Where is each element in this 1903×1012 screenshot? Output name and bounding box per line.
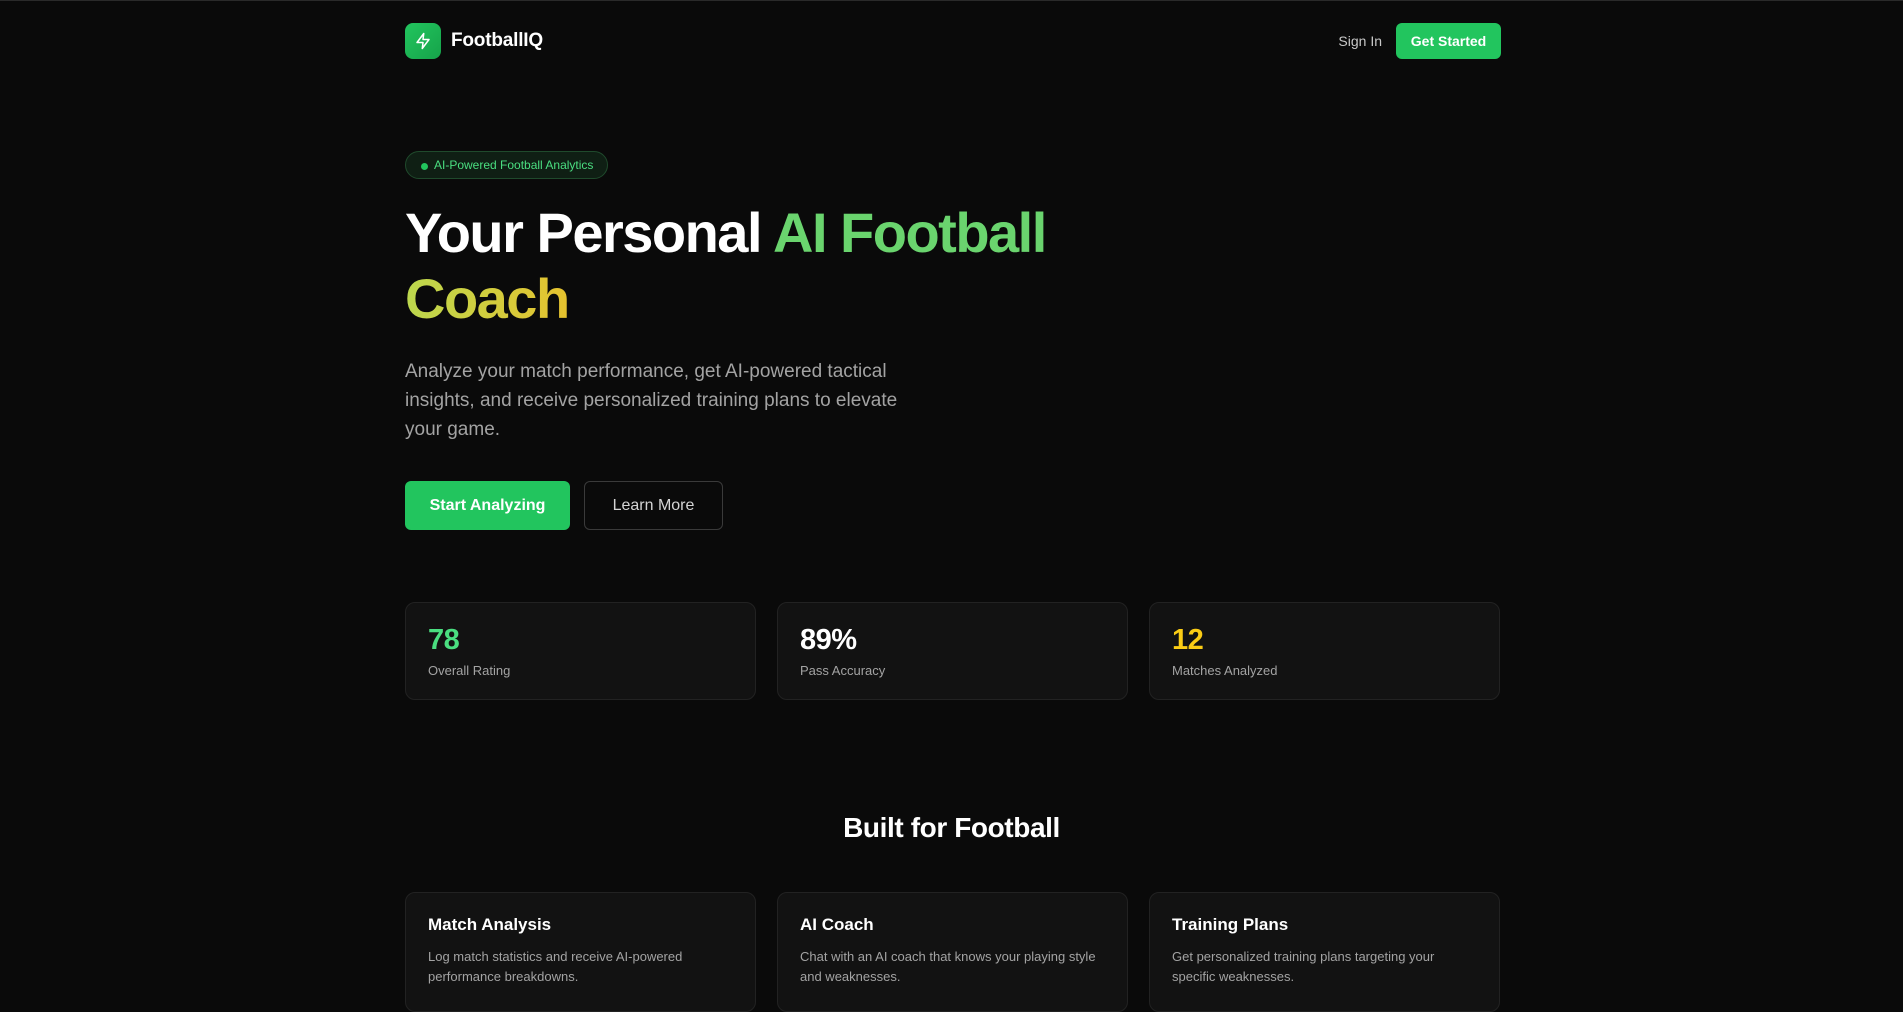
- badge-label: AI-Powered Football Analytics: [434, 158, 594, 172]
- badge-dot-icon: [421, 163, 428, 170]
- stat-label: Overall Rating: [428, 663, 511, 678]
- header-actions: Sign In Get Started: [1338, 23, 1501, 59]
- brand[interactable]: FootballIQ: [405, 23, 543, 59]
- feature-description: Log match statistics and receive AI-powe…: [428, 949, 683, 984]
- stat-card-matches: 12 Matches Analyzed: [1149, 602, 1500, 700]
- top-border: [0, 0, 1903, 1]
- feature-card-training-plans[interactable]: Training Plans Get personalized training…: [1149, 892, 1500, 1012]
- feature-card-match-analysis[interactable]: Match Analysis Log match statistics and …: [405, 892, 756, 1012]
- stat-card-pass-accuracy: 89% Pass Accuracy: [777, 602, 1128, 700]
- sign-in-link[interactable]: Sign In: [1338, 29, 1382, 53]
- start-analyzing-button[interactable]: Start Analyzing: [405, 481, 570, 530]
- stat-label: Pass Accuracy: [800, 663, 886, 678]
- lightning-bolt-icon: [405, 23, 441, 59]
- hero-subtitle: Analyze your match performance, get AI-p…: [405, 361, 898, 440]
- stat-label: Matches Analyzed: [1172, 663, 1278, 678]
- stat-value: 89%: [800, 624, 857, 656]
- stat-value: 12: [1172, 624, 1204, 656]
- hero-title-coach: Coach: [405, 267, 570, 330]
- section-title: Built for Football: [843, 812, 1060, 843]
- feature-description: Get personalized training plans targetin…: [1172, 949, 1435, 984]
- brand-name: FootballIQ: [451, 30, 543, 51]
- site-header: FootballIQ Sign In Get Started: [405, 22, 1501, 60]
- feature-title: Match Analysis: [428, 915, 552, 934]
- hero-title-highlight: AI Football: [773, 201, 1047, 264]
- feature-title: Training Plans: [1172, 915, 1289, 934]
- hero-badge: AI-Powered Football Analytics: [405, 151, 609, 179]
- feature-card-ai-coach[interactable]: AI Coach Chat with an AI coach that know…: [777, 892, 1128, 1012]
- hero-title-part1: Your Personal: [405, 201, 773, 264]
- stat-card-rating: 78 Overall Rating: [405, 602, 756, 700]
- feature-title: AI Coach: [800, 915, 874, 934]
- get-started-button[interactable]: Get Started: [1396, 23, 1501, 59]
- feature-description: Chat with an AI coach that knows your pl…: [800, 949, 1096, 984]
- hero-title: Your Personal AI Football Coach: [405, 200, 1165, 332]
- stat-value: 78: [428, 624, 460, 656]
- learn-more-button[interactable]: Learn More: [584, 481, 723, 530]
